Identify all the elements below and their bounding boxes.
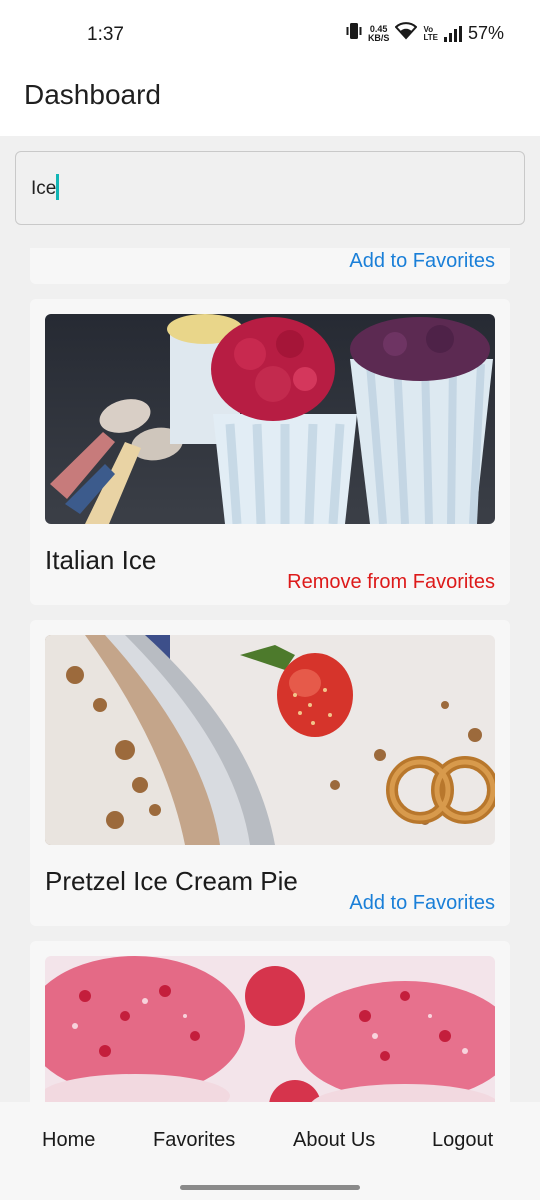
recipe-list[interactable]: Add to Favorites Italian Ice Remove from… <box>0 248 540 1102</box>
status-icons: 0.45 KB/S Vo LTE 57% <box>346 22 504 45</box>
search-text: Ice <box>31 178 57 200</box>
search-input-value[interactable]: Ice <box>31 174 60 200</box>
recipe-card: Pretzel Ice Cream Pie Add to Favorites <box>30 620 510 926</box>
pretzel-pie-photo <box>45 635 495 845</box>
battery-level: 57% <box>467 23 504 43</box>
app-bar: Dashboard <box>0 70 540 136</box>
signal-icon <box>443 25 462 42</box>
page-title: Dashboard <box>24 79 161 110</box>
network-speed-unit: KB/S <box>367 32 390 43</box>
volte-indicator: Vo LTE <box>423 25 438 42</box>
recipe-title: Italian Ice <box>45 545 157 575</box>
recipe-card <box>30 941 510 1102</box>
nav-home[interactable]: Home <box>42 1129 95 1152</box>
nav-logout[interactable]: Logout <box>432 1129 493 1152</box>
vibrate-icon <box>346 22 362 45</box>
nav-about-us[interactable]: About Us <box>293 1129 375 1152</box>
gesture-bar[interactable] <box>180 1185 360 1190</box>
recipe-image[interactable] <box>45 314 495 524</box>
add-to-favorites-button[interactable]: Add to Favorites <box>349 892 495 915</box>
recipe-card: Italian Ice Remove from Favorites <box>30 299 510 605</box>
add-to-favorites-button[interactable]: Add to Favorites <box>349 250 495 273</box>
recipe-image[interactable] <box>45 956 495 1102</box>
shaved-ice-photo <box>45 956 495 1102</box>
search-input[interactable]: Ice <box>15 151 525 225</box>
remove-from-favorites-button[interactable]: Remove from Favorites <box>287 571 495 594</box>
status-time: 1:37 <box>87 24 124 45</box>
status-bar: 1:37 0.45 KB/S Vo LTE 57% <box>0 0 540 70</box>
wifi-icon <box>395 22 418 45</box>
italian-ice-photo <box>45 314 495 524</box>
bottom-navigation: Home Favorites About Us Logout <box>0 1102 540 1200</box>
recipe-card: Add to Favorites <box>30 248 510 284</box>
text-cursor <box>56 174 60 200</box>
nav-favorites[interactable]: Favorites <box>153 1129 235 1152</box>
recipe-image[interactable] <box>45 635 495 845</box>
recipe-title: Pretzel Ice Cream Pie <box>45 866 298 896</box>
volte-bottom: LTE <box>423 32 438 42</box>
network-speed: 0.45 KB/S <box>367 24 390 43</box>
